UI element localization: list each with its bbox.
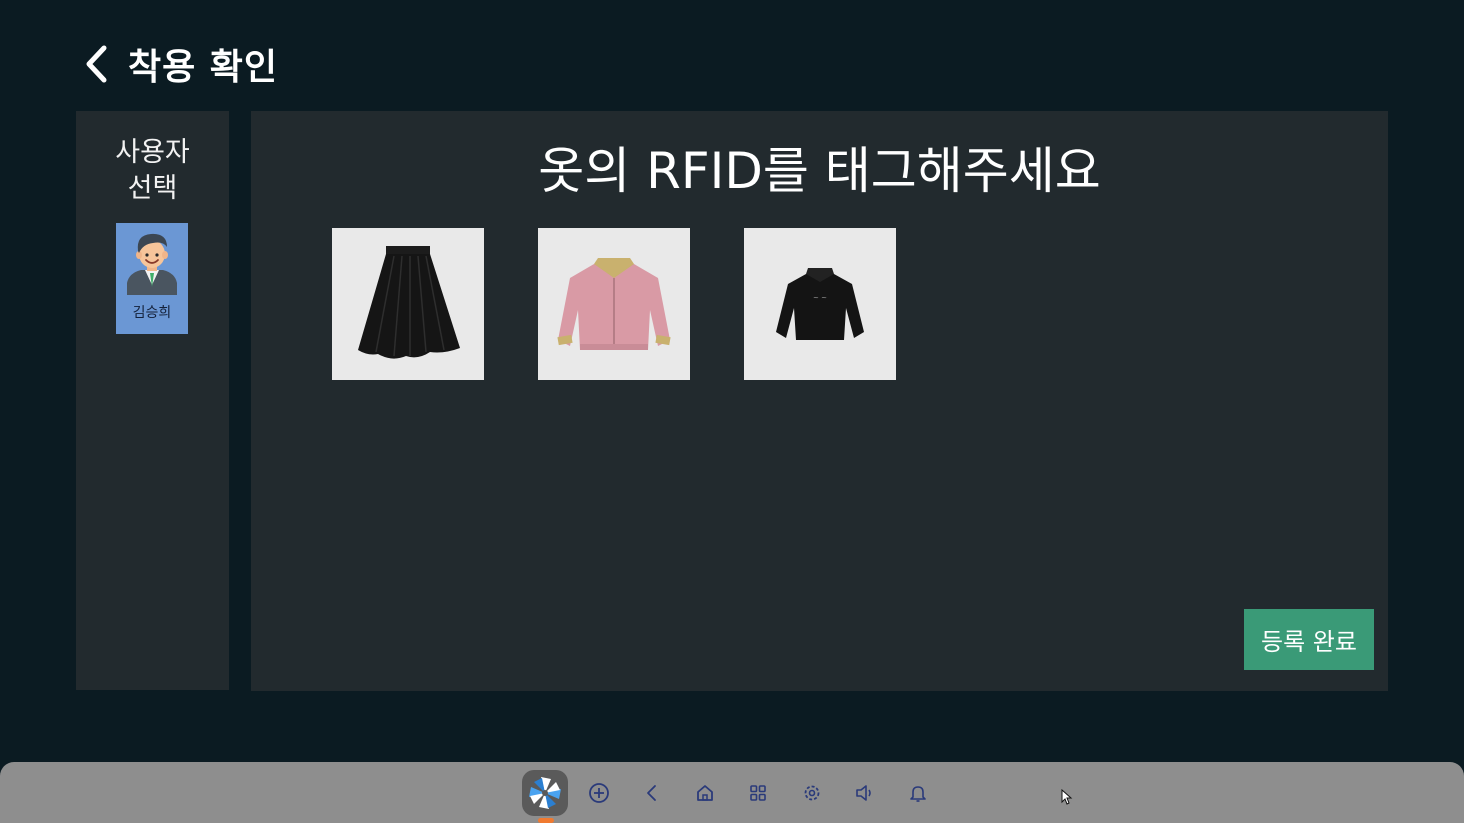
black-pleated-skirt-image: [358, 246, 460, 359]
pink-jacket-image: [557, 258, 671, 350]
person-avatar-icon: [127, 233, 177, 295]
user-card[interactable]: 김승희: [116, 223, 188, 334]
launcher-icon: [529, 777, 561, 809]
chevron-left-icon: [86, 45, 107, 83]
mouse-cursor-icon: [1061, 789, 1073, 805]
svg-text:~ ~: ~ ~: [813, 294, 827, 302]
header: 착용 확인: [80, 36, 278, 92]
back-button[interactable]: [80, 39, 114, 89]
rfid-prompt: 옷의 RFID를 태그해주세요: [538, 142, 1101, 200]
black-jacket-image: ~ ~: [776, 268, 864, 340]
home-icon[interactable]: [693, 781, 717, 805]
system-taskbar: [0, 762, 1464, 823]
settings-gear-icon[interactable]: [800, 781, 824, 805]
clothing-item-black-jacket[interactable]: ~ ~: [744, 228, 896, 380]
clothing-item-skirt[interactable]: [332, 228, 484, 380]
page-title: 착용 확인: [128, 47, 279, 88]
user-select-sidebar: 사용자 선택 김승희: [76, 111, 229, 690]
volume-icon[interactable]: [853, 781, 877, 805]
complete-registration-button[interactable]: 등록 완료: [1244, 609, 1374, 670]
apps-grid-icon[interactable]: [746, 781, 770, 805]
main-panel: 옷의 RFID를 태그해주세요 ~ ~ 등록 완료: [251, 111, 1388, 691]
clothing-item-pink-jacket[interactable]: [538, 228, 690, 380]
active-indicator: [538, 818, 554, 823]
back-arrow-icon[interactable]: [640, 781, 664, 805]
user-name: 김승희: [132, 305, 172, 321]
launcher-button[interactable]: [522, 770, 568, 816]
sidebar-title-line1: 사용자: [115, 137, 190, 168]
bell-icon[interactable]: [906, 781, 930, 805]
add-circle-icon[interactable]: [587, 781, 611, 805]
app-screen: 착용 확인 사용자 선택 김승희 옷의 RFID를 태그해주세요 ~ ~ 등록 …: [0, 0, 1464, 762]
sidebar-title-line2: 선택: [127, 173, 178, 204]
sidebar-title: 사용자 선택: [76, 135, 229, 207]
